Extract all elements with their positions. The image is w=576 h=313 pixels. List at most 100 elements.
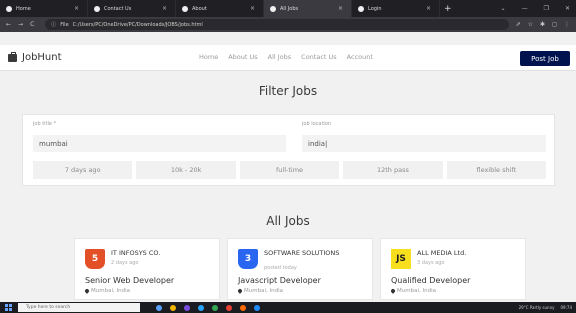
address-bar: ← → C ⓘ File C:/Users/PC/OneDrive/PC/Dow… [0,17,576,32]
css3-icon: 3 [238,249,258,269]
tab-label: All Jobs [280,5,299,12]
all-jobs-title: All Jobs [266,214,310,228]
tab-close-icon[interactable]: × [426,5,431,12]
job-location: Mumbai, India [390,288,436,294]
company-name: IT INFOSYS CO. [111,249,161,257]
tab-close-icon[interactable]: × [162,5,167,12]
nav-link-about[interactable]: About Us [228,53,257,61]
tab-favicon-icon [6,5,12,12]
share-icon[interactable]: ⇗ [516,21,521,28]
brand-name: JobHunt [22,52,62,63]
filter-chip-posted[interactable]: 7 days ago [33,161,133,179]
browser-tab-home[interactable]: Home × [0,0,88,17]
job-card[interactable]: JS ALL MEDIA Ltd. 3 days ago Qualified D… [380,238,526,300]
nav-links: Home About Us All Jobs Contact Us Accoun… [199,53,373,61]
taskbar-search-input[interactable]: Type here to search [18,303,140,312]
vscode-icon[interactable] [254,304,260,311]
bookmark-star-icon[interactable]: ☆ [528,21,533,28]
brand-logo[interactable]: JobHunt [8,51,62,63]
task-view-icon[interactable] [156,304,162,311]
javascript-icon: JS [391,249,411,269]
location-pin-icon [237,288,243,294]
job-card[interactable]: 5 IT INFOSYS CO. 2 days ago Senior Web D… [74,238,220,300]
html5-icon: 5 [85,249,105,269]
maximize-icon[interactable]: ❐ [544,5,549,12]
taskbar-apps [156,304,260,311]
browser-tab-bar: Home × Contact Us × About × All Jobs × L… [0,0,576,17]
nav-link-contact[interactable]: Contact Us [301,53,337,61]
filter-card: job title * mumbai job location india| 7… [22,114,555,186]
tab-close-icon[interactable]: × [74,5,79,12]
tab-close-icon[interactable]: × [250,5,255,12]
nav-link-all-jobs[interactable]: All Jobs [268,53,292,61]
tab-favicon-icon [270,5,276,12]
site-navbar: JobHunt Home About Us All Jobs Contact U… [0,45,576,71]
job-location: Mumbai, India [237,288,283,294]
system-tray: 29°C Partly sunny 09:74 [519,302,572,313]
job-location-label: job location [302,121,332,127]
filter-chip-salary[interactable]: 10k - 20k [136,161,236,179]
file-explorer-icon[interactable] [170,304,176,311]
minimize-icon[interactable]: — [522,5,528,12]
tab-label: Home [16,5,31,12]
job-location: Mumbai, India [84,288,130,294]
tab-label: Login [368,5,382,12]
tab-favicon-icon [358,5,364,12]
new-tab-icon[interactable]: + [444,4,452,14]
filter-section-title: Filter Jobs [258,84,318,98]
job-title[interactable]: Javascript Developer [238,276,321,285]
post-job-button[interactable]: Post Job [520,51,570,66]
app-icon[interactable] [226,304,232,311]
location-text: Mumbai, India [91,288,130,294]
url-scheme-label: File [60,21,69,28]
nav-link-account[interactable]: Account [347,53,373,61]
back-icon[interactable]: ← [6,21,11,28]
tab-label: Contact Us [104,5,132,12]
site-info-icon[interactable]: ⓘ [51,21,56,28]
windows-start-icon[interactable] [5,304,12,311]
weather-text[interactable]: 29°C Partly sunny [519,305,555,310]
company-name: ALL MEDIA Ltd. [417,249,467,257]
url-field[interactable]: ⓘ File C:/Users/PC/OneDrive/PC/Downloads… [45,19,509,30]
location-pin-icon [84,288,90,294]
nav-link-home[interactable]: Home [199,53,218,61]
location-pin-icon [390,288,396,294]
filter-chip-job-type[interactable]: full-time [239,161,340,179]
tab-close-icon[interactable]: × [338,5,343,12]
tab-search-icon[interactable]: ⌄ [501,5,506,12]
tab-favicon-icon [94,5,100,12]
menu-kebab-icon[interactable]: ⋮ [564,21,570,28]
app-icon[interactable] [184,304,190,311]
browser-tab-about[interactable]: About × [176,0,264,17]
reload-icon[interactable]: C [30,21,34,28]
job-title[interactable]: Senior Web Developer [85,276,174,285]
filter-chip-qualification[interactable]: 12th pass [343,161,443,179]
job-location-input[interactable]: india| [302,135,546,152]
clock-text[interactable]: 09:74 [560,305,572,310]
briefcase-icon [8,51,17,62]
posted-date: posted today [264,265,297,271]
posted-date: 3 days ago [417,260,445,266]
edge-icon[interactable] [198,304,204,311]
tab-label: About [192,5,207,12]
app-icon[interactable] [240,304,246,311]
close-window-icon[interactable]: ✕ [565,5,570,12]
job-title-input[interactable]: mumbai [33,135,286,152]
sidebar-icon[interactable]: ◻ [552,21,557,28]
filter-chip-row: 7 days ago 10k - 20k full-time 12th pass… [33,161,547,179]
forward-icon[interactable]: → [18,21,23,28]
filter-chip-shift[interactable]: flexible shift [446,161,547,179]
job-card[interactable]: 3 SOFTWARE SOLUTIONS posted today Javasc… [227,238,373,300]
windows-taskbar: Type here to search 29°C Partly sunny 09… [0,302,576,313]
browser-tab-all-jobs[interactable]: All Jobs × [264,0,352,17]
browser-tab-contact[interactable]: Contact Us × [88,0,176,17]
chrome-icon[interactable] [212,304,218,311]
location-text: Mumbai, India [244,288,283,294]
job-cards-row: 5 IT INFOSYS CO. 2 days ago Senior Web D… [74,238,526,300]
posted-date: 2 days ago [111,260,139,266]
job-title[interactable]: Qualified Developer [391,276,470,285]
extensions-icon[interactable]: ✱ [540,21,545,28]
window-controls: ⌄ — ❐ ✕ [501,0,570,17]
location-text: Mumbai, India [397,288,436,294]
browser-tab-login[interactable]: Login × [352,0,440,17]
